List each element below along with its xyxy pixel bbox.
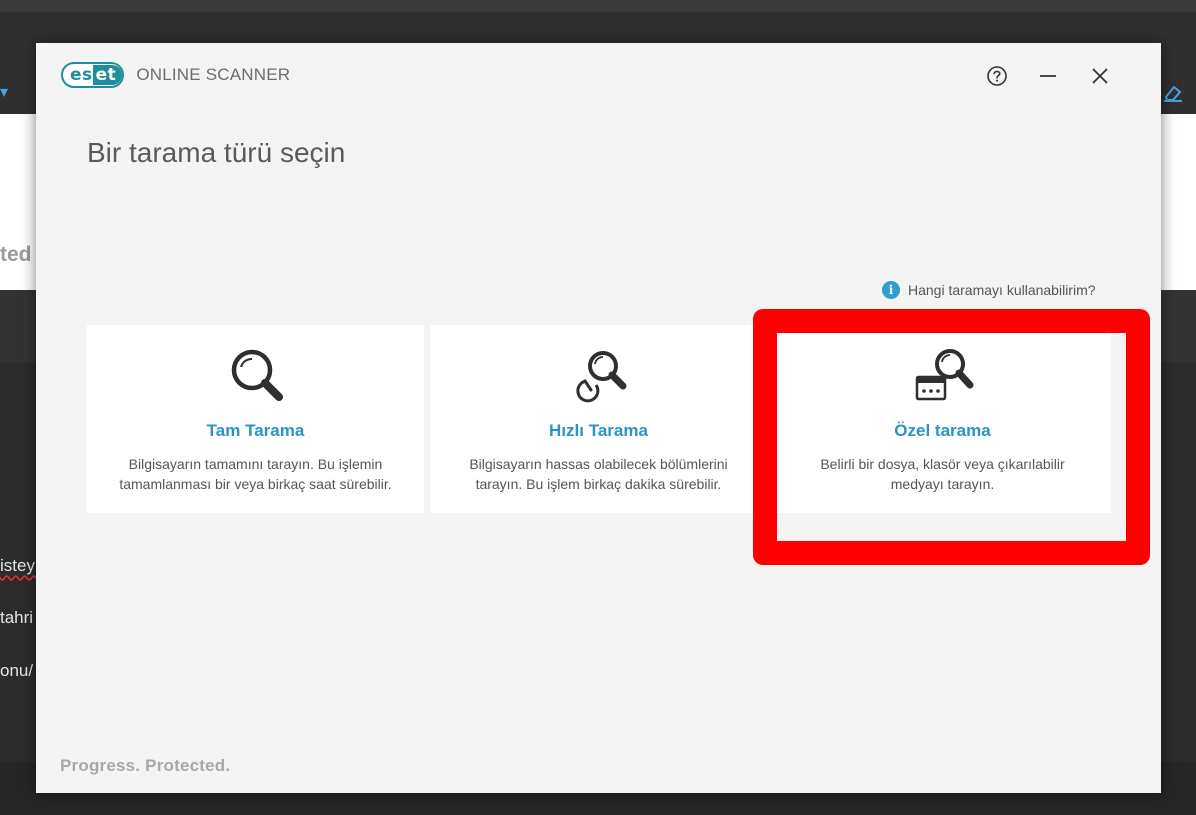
help-circle-icon [987, 66, 1007, 86]
quick-scan-icon [575, 351, 626, 403]
close-icon [1092, 68, 1108, 84]
full-scan-card[interactable]: Tam Tarama Bilgisayarın tamamını tarayın… [87, 325, 424, 513]
eraser-icon [1164, 85, 1182, 102]
which-scan-help-link[interactable]: i Hangi taramayı kullanabilirim? [882, 281, 1096, 299]
card-description: Bilgisayarın hassas olabilecek bölümleri… [469, 456, 728, 492]
background-dropdown-arrow-icon: ▾ [0, 84, 9, 101]
info-icon: i [882, 281, 900, 299]
eset-logo-badge: es et [61, 62, 125, 88]
minimize-button[interactable] [1035, 63, 1061, 89]
magnifier-icon [231, 349, 283, 401]
eset-tagline: Progress. Protected. [60, 756, 231, 775]
quick-scan-card[interactable]: Hızlı Tarama Bilgisayarın hassas olabile… [430, 325, 767, 513]
card-description: Bilgisayarın tamamını tarayın. Bu işlemi… [119, 456, 392, 492]
eset-scanner-dialog: es et ONLINE SCANNER Bir tarama türü seçi… [36, 43, 1161, 793]
custom-scan-card[interactable]: Özel tarama Belirli bir dosya, klasör ve… [774, 325, 1111, 513]
help-link-label: Hangi taramayı kullanabilirim? [908, 282, 1096, 298]
minimize-icon [1040, 75, 1056, 77]
background-ghost-text: ted [0, 243, 32, 266]
card-description: Belirli bir dosya, klasör veya çıkarılab… [820, 456, 1065, 492]
eset-logo: es et ONLINE SCANNER [61, 61, 290, 89]
help-button[interactable] [984, 63, 1010, 89]
background-text-line: isteyi [0, 556, 39, 575]
app-name: ONLINE SCANNER [136, 65, 291, 84]
custom-scan-icon [915, 349, 973, 401]
card-title: Hızlı Tarama [549, 421, 648, 440]
card-title: Özel tarama [894, 421, 991, 440]
background-text-line: tahri [0, 608, 34, 627]
close-button[interactable] [1087, 63, 1113, 89]
background-text-line: onu/ [0, 661, 34, 680]
page-title: Bir tarama türü seçin [87, 137, 346, 168]
card-title: Tam Tarama [206, 421, 305, 440]
